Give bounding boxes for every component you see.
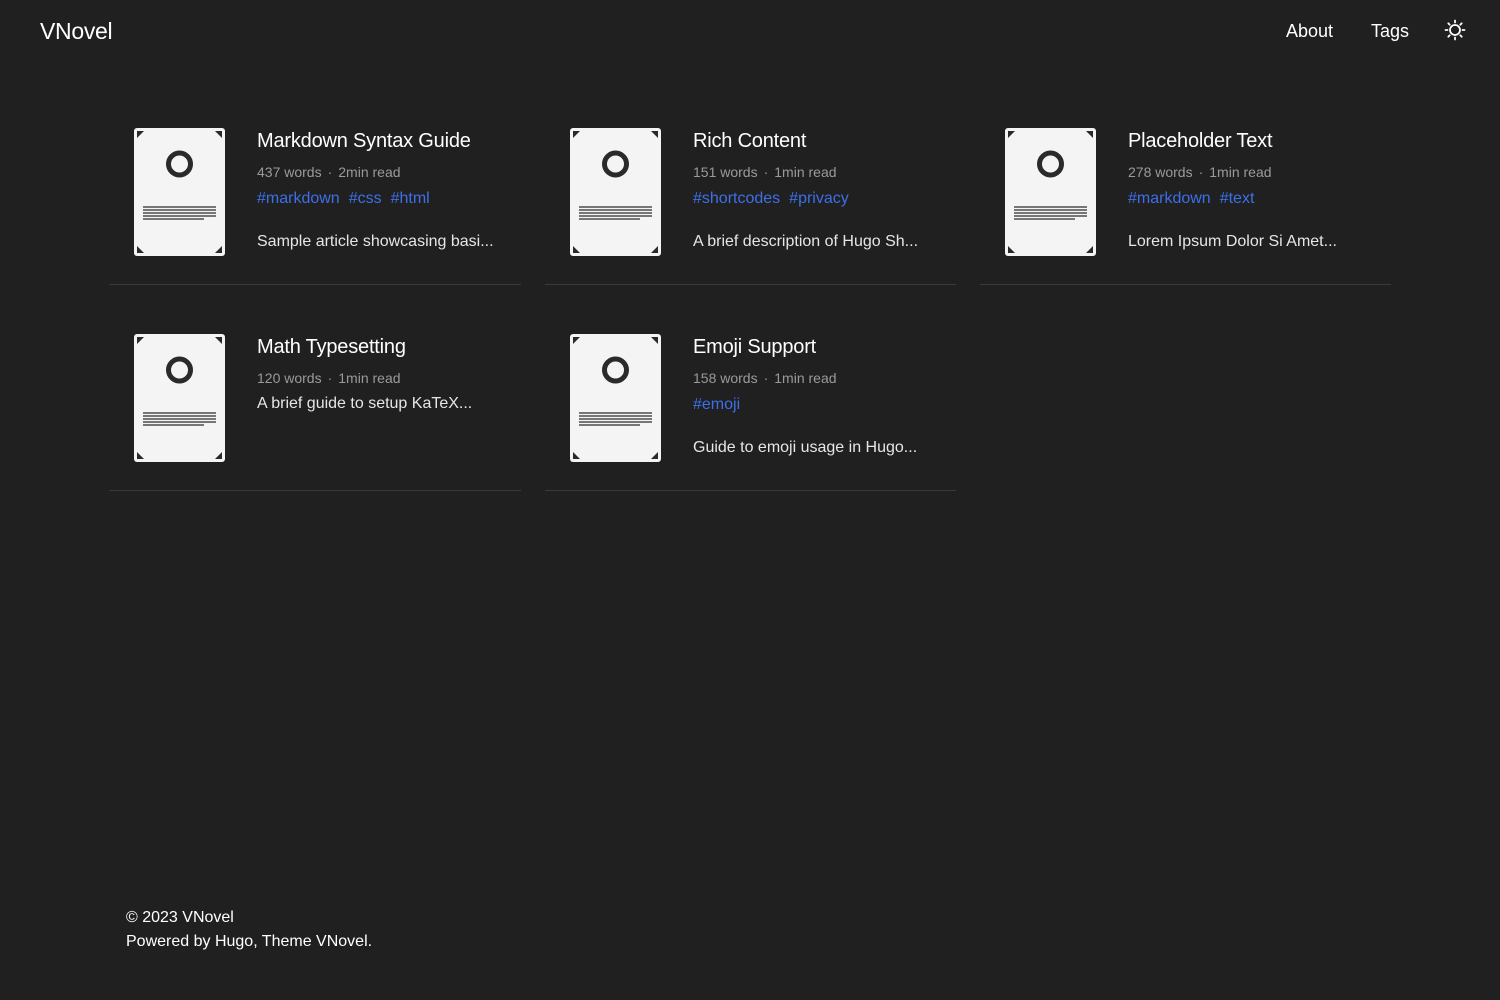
post-title-link[interactable]: Placeholder Text bbox=[1128, 130, 1391, 153]
tag-link[interactable]: #shortcodes bbox=[693, 190, 780, 207]
post-thumbnail[interactable] bbox=[570, 334, 661, 462]
read-time: 1min read bbox=[774, 370, 837, 386]
footer-comma: , bbox=[253, 933, 262, 950]
post-meta: 120 words · 1min read bbox=[257, 370, 521, 386]
document-thumbnail-icon bbox=[570, 334, 661, 462]
post-title-link[interactable]: Math Typesetting bbox=[257, 336, 521, 359]
post-description: A brief description of Hugo Sh... bbox=[693, 233, 919, 250]
document-thumbnail-icon bbox=[570, 128, 661, 256]
post-tags: #markdown #text bbox=[1128, 190, 1391, 208]
tag-link[interactable]: #markdown bbox=[1128, 190, 1211, 207]
post-grid: Markdown Syntax Guide 437 words · 2min read… bbox=[109, 103, 1391, 515]
site-header: VNovel About Tags bbox=[0, 0, 1500, 66]
sun-icon bbox=[1444, 19, 1466, 41]
document-thumbnail-icon bbox=[1005, 128, 1096, 256]
post-description: A brief guide to setup KaTeX... bbox=[257, 395, 473, 412]
word-count: 278 words bbox=[1128, 164, 1193, 180]
read-time: 1min read bbox=[1209, 164, 1272, 180]
site-footer: © 2023 VNovel Powered by Hugo, Theme VNo… bbox=[126, 906, 372, 954]
document-thumbnail-icon bbox=[134, 128, 225, 256]
nav-tags-link[interactable]: Tags bbox=[1371, 21, 1409, 42]
post-meta: 151 words · 1min read bbox=[693, 164, 956, 180]
post-meta: 278 words · 1min read bbox=[1128, 164, 1391, 180]
post-tags: #markdown #css #html bbox=[257, 190, 521, 208]
word-count: 158 words bbox=[693, 370, 758, 386]
post-card[interactable]: Rich Content 151 words · 1min read #shortcod… bbox=[545, 103, 956, 285]
read-time: 1min read bbox=[774, 164, 837, 180]
hugo-link[interactable]: Hugo bbox=[215, 933, 253, 950]
post-info: Markdown Syntax Guide 437 words · 2min read… bbox=[257, 128, 521, 251]
tag-link[interactable]: #privacy bbox=[789, 190, 849, 207]
read-time: 1min read bbox=[338, 370, 401, 386]
post-meta: 437 words · 2min read bbox=[257, 164, 521, 180]
site-logo-link[interactable]: VNovel bbox=[40, 18, 113, 45]
post-thumbnail[interactable] bbox=[1005, 128, 1096, 256]
meta-separator: · bbox=[763, 164, 769, 180]
post-info: Placeholder Text 278 words · 1min read #mark… bbox=[1128, 128, 1391, 251]
footer-copyright: © 2023 VNovel bbox=[126, 909, 234, 926]
meta-separator: · bbox=[763, 370, 769, 386]
post-thumbnail[interactable] bbox=[570, 128, 661, 256]
word-count: 151 words bbox=[693, 164, 758, 180]
tag-link[interactable]: #text bbox=[1220, 190, 1255, 207]
post-title-link[interactable]: Rich Content bbox=[693, 130, 956, 153]
word-count: 437 words bbox=[257, 164, 322, 180]
post-tags: #emoji bbox=[693, 396, 956, 414]
document-thumbnail-icon bbox=[134, 334, 225, 462]
theme-link[interactable]: Theme VNovel bbox=[262, 933, 368, 950]
post-card[interactable]: Markdown Syntax Guide 437 words · 2min read… bbox=[109, 103, 521, 285]
word-count: 120 words bbox=[257, 370, 322, 386]
tag-link[interactable]: #emoji bbox=[693, 396, 740, 413]
tag-link[interactable]: #markdown bbox=[257, 190, 340, 207]
post-description: Guide to emoji usage in Hugo... bbox=[693, 439, 918, 456]
post-title-link[interactable]: Emoji Support bbox=[693, 336, 956, 359]
post-title-link[interactable]: Markdown Syntax Guide bbox=[257, 130, 521, 153]
post-info: Emoji Support 158 words · 1min read #emoji Gu… bbox=[693, 334, 956, 457]
post-thumbnail[interactable] bbox=[134, 334, 225, 462]
meta-separator: · bbox=[1198, 164, 1204, 180]
footer-powered-prefix: Powered by bbox=[126, 933, 215, 950]
read-time: 2min read bbox=[338, 164, 401, 180]
page: VNovel About Tags Markdown Syntax Guide 4… bbox=[0, 0, 1500, 1000]
post-card[interactable]: Emoji Support 158 words · 1min read #emoji Gu… bbox=[545, 309, 956, 491]
meta-separator: · bbox=[327, 370, 333, 386]
footer-powered: Powered by Hugo, Theme VNovel. bbox=[126, 930, 372, 954]
post-tags: #shortcodes #privacy bbox=[693, 190, 956, 208]
footer-period: . bbox=[367, 933, 373, 950]
nav-about-link[interactable]: About bbox=[1286, 21, 1333, 42]
post-card[interactable]: Math Typesetting 120 words · 1min read A bri… bbox=[109, 309, 521, 491]
post-info: Math Typesetting 120 words · 1min read A bri… bbox=[257, 334, 521, 413]
post-description: Sample article showcasing basi... bbox=[257, 233, 494, 250]
post-card[interactable]: Placeholder Text 278 words · 1min read #mark… bbox=[980, 103, 1391, 285]
post-description: Lorem Ipsum Dolor Si Amet... bbox=[1128, 233, 1337, 250]
meta-separator: · bbox=[327, 164, 333, 180]
post-info: Rich Content 151 words · 1min read #shortcod… bbox=[693, 128, 956, 251]
tag-link[interactable]: #html bbox=[391, 190, 430, 207]
tag-link[interactable]: #css bbox=[349, 190, 382, 207]
post-thumbnail[interactable] bbox=[134, 128, 225, 256]
post-meta: 158 words · 1min read bbox=[693, 370, 956, 386]
theme-toggle-button[interactable] bbox=[1444, 19, 1466, 41]
